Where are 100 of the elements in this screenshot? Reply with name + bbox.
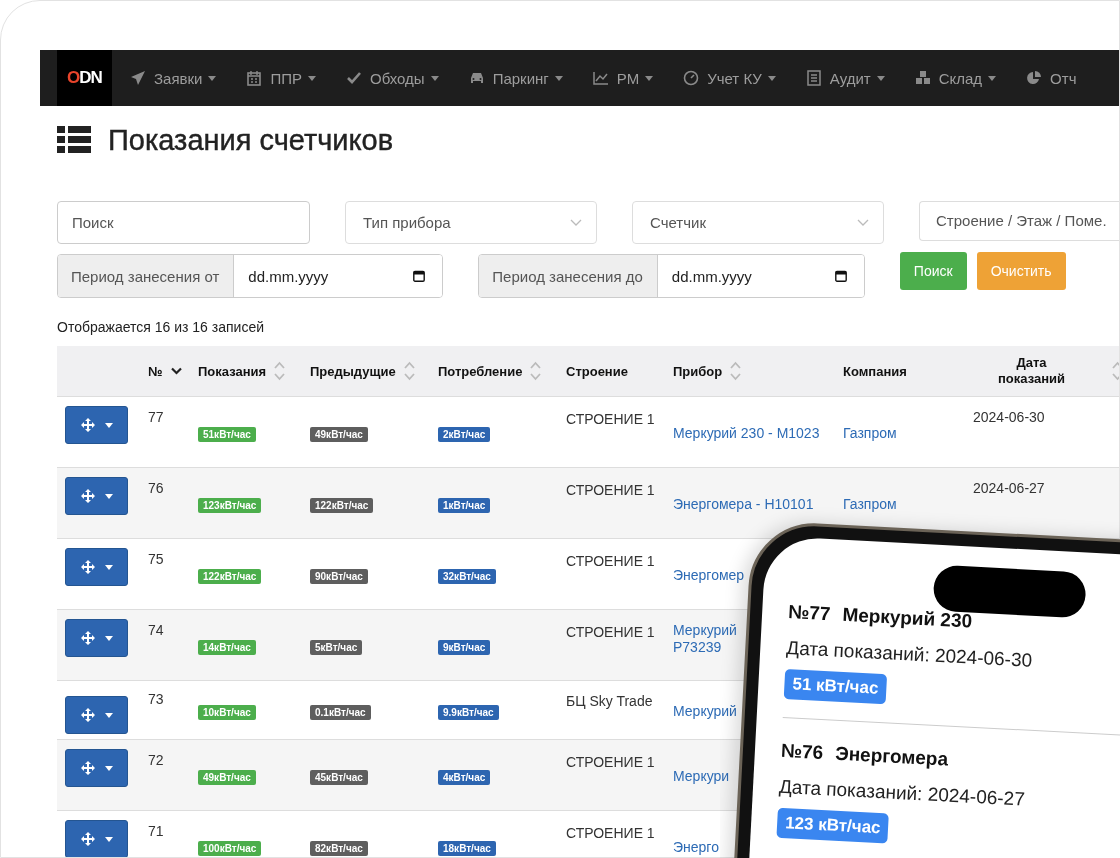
nav-menu-item[interactable]: Аудит xyxy=(805,69,885,87)
check-icon xyxy=(346,70,362,86)
send-icon xyxy=(130,70,146,86)
value-badge: 122кВт/час xyxy=(198,569,262,584)
nav-menu-item[interactable]: РМ xyxy=(592,69,654,87)
table-cell: 73 xyxy=(148,691,164,707)
device-link[interactable]: Энергомер xyxy=(673,567,745,584)
caret-icon xyxy=(308,75,316,81)
table-cell: 76 xyxy=(148,480,164,496)
caret-icon xyxy=(554,75,563,81)
table-cell: 74 xyxy=(148,622,164,638)
caret-icon xyxy=(876,75,885,81)
column-header[interactable]: Прибор xyxy=(673,363,723,379)
move-arrows-icon xyxy=(80,560,95,574)
card-title: Меркурий 230 xyxy=(841,603,973,633)
company-link[interactable]: Газпром xyxy=(843,425,897,441)
move-arrows-icon xyxy=(80,761,95,775)
column-header[interactable]: Компания xyxy=(843,363,907,379)
move-arrows-icon xyxy=(80,832,95,846)
table-cell: 2024-06-27 xyxy=(973,480,1045,496)
gauge-icon xyxy=(683,70,700,86)
value-badge: 9.9кВт/час xyxy=(438,705,499,720)
list-icon xyxy=(805,70,822,86)
actions-button[interactable] xyxy=(65,548,128,586)
value-badge: 49кВт/час xyxy=(198,770,256,785)
nav-menu-item[interactable]: Отч xyxy=(1026,69,1077,87)
value-badge: 9кВт/час xyxy=(438,640,491,655)
value-badge: 123кВт/час xyxy=(198,498,262,513)
device-link[interactable]: Меркурий P73239 xyxy=(673,622,737,656)
value-badge: 1кВт/час xyxy=(438,498,491,513)
caret-icon xyxy=(104,422,113,428)
select-field[interactable]: Тип прибора xyxy=(345,201,597,244)
device-link[interactable]: Меркурий 230 - M1023 xyxy=(673,425,820,442)
value-badge: 49кВт/час xyxy=(310,427,368,442)
nav-menu-item[interactable]: Обходы xyxy=(346,69,439,87)
table-cell-text: СТРОЕНИЕ 1 xyxy=(566,410,656,429)
caret-icon xyxy=(208,75,217,81)
column-header[interactable]: Строение xyxy=(566,363,628,379)
chevron-down-icon xyxy=(570,219,582,226)
move-arrows-icon xyxy=(80,489,95,503)
table-cell: 72 xyxy=(148,752,164,768)
pie-chart-icon xyxy=(1026,70,1043,86)
value-badge: 100кВт/час xyxy=(198,841,262,856)
device-link[interactable]: Энерго xyxy=(673,839,719,856)
caret-icon xyxy=(104,564,113,570)
device-link[interactable]: Меркури xyxy=(673,768,730,785)
caret-icon xyxy=(104,712,113,718)
table-cell: 77 xyxy=(148,409,164,425)
table-cell-text: СТРОЕНИЕ 1 xyxy=(566,552,656,571)
company-link[interactable]: Газпром xyxy=(843,496,897,512)
actions-button[interactable] xyxy=(65,477,128,515)
caret-icon xyxy=(645,75,654,81)
chevron-down-icon xyxy=(857,219,869,226)
table-cell-text: СТРОЕНИЕ 1 xyxy=(566,481,656,500)
card-title: Энергомера xyxy=(834,742,949,771)
actions-button[interactable] xyxy=(65,696,128,734)
select-field[interactable]: Счетчик xyxy=(632,201,884,244)
nav-menu-item[interactable]: Заявки xyxy=(130,69,217,87)
actions-button[interactable] xyxy=(65,619,128,657)
list-icon xyxy=(57,126,91,154)
value-badge: 51кВт/час xyxy=(198,427,256,442)
value-badge: 10кВт/час xyxy=(198,705,256,720)
value-badge: 82кВт/час xyxy=(310,841,368,856)
device-link[interactable]: Меркурий xyxy=(673,703,737,720)
actions-button[interactable] xyxy=(65,749,128,787)
actions-button[interactable] xyxy=(65,406,128,444)
move-arrows-icon xyxy=(80,708,95,722)
search-field[interactable]: Поиск xyxy=(57,201,310,244)
card-number: №77 xyxy=(787,601,832,626)
nav-menu-item[interactable]: Учет КУ xyxy=(683,69,776,87)
value-badge: 5кВт/час xyxy=(310,640,363,655)
table-cell: 75 xyxy=(148,551,164,567)
value-badge: 14кВт/час xyxy=(198,640,256,655)
caret-icon xyxy=(430,75,439,81)
caret-icon xyxy=(104,836,113,842)
actions-button[interactable] xyxy=(65,820,128,857)
location-field[interactable]: Строение / Этаж / Поме. xyxy=(919,200,1119,241)
value-badge: 51 кВт/час xyxy=(783,668,888,705)
caret-icon xyxy=(104,765,113,771)
column-header[interactable]: Показания xyxy=(198,363,267,379)
device-link[interactable]: Энергомера - H10101 xyxy=(673,496,814,513)
value-badge: 32кВт/час xyxy=(438,569,496,584)
line-chart-icon xyxy=(592,70,609,86)
nav-menu-item[interactable]: ППР xyxy=(246,69,316,87)
value-badge: 45кВт/час xyxy=(310,770,368,785)
value-badge: 0.1кВт/час xyxy=(310,705,371,720)
caret-icon xyxy=(104,635,113,641)
value-badge: 4кВт/час xyxy=(438,770,491,785)
caret-icon xyxy=(988,75,997,81)
value-badge: 123 кВт/час xyxy=(776,807,890,844)
column-header[interactable]: № xyxy=(148,363,163,379)
caret-icon xyxy=(767,75,776,81)
nav-menu-item[interactable]: Склад xyxy=(914,69,997,87)
value-badge: 2кВт/час xyxy=(438,427,491,442)
record-count: Отображается 16 из 16 записей xyxy=(56,318,265,337)
logo[interactable]: ODN xyxy=(57,50,112,106)
car-icon xyxy=(468,70,485,86)
calendar-icon xyxy=(246,70,263,86)
nav-menu-item[interactable]: Паркинг xyxy=(468,69,563,87)
move-arrows-icon xyxy=(80,631,95,645)
